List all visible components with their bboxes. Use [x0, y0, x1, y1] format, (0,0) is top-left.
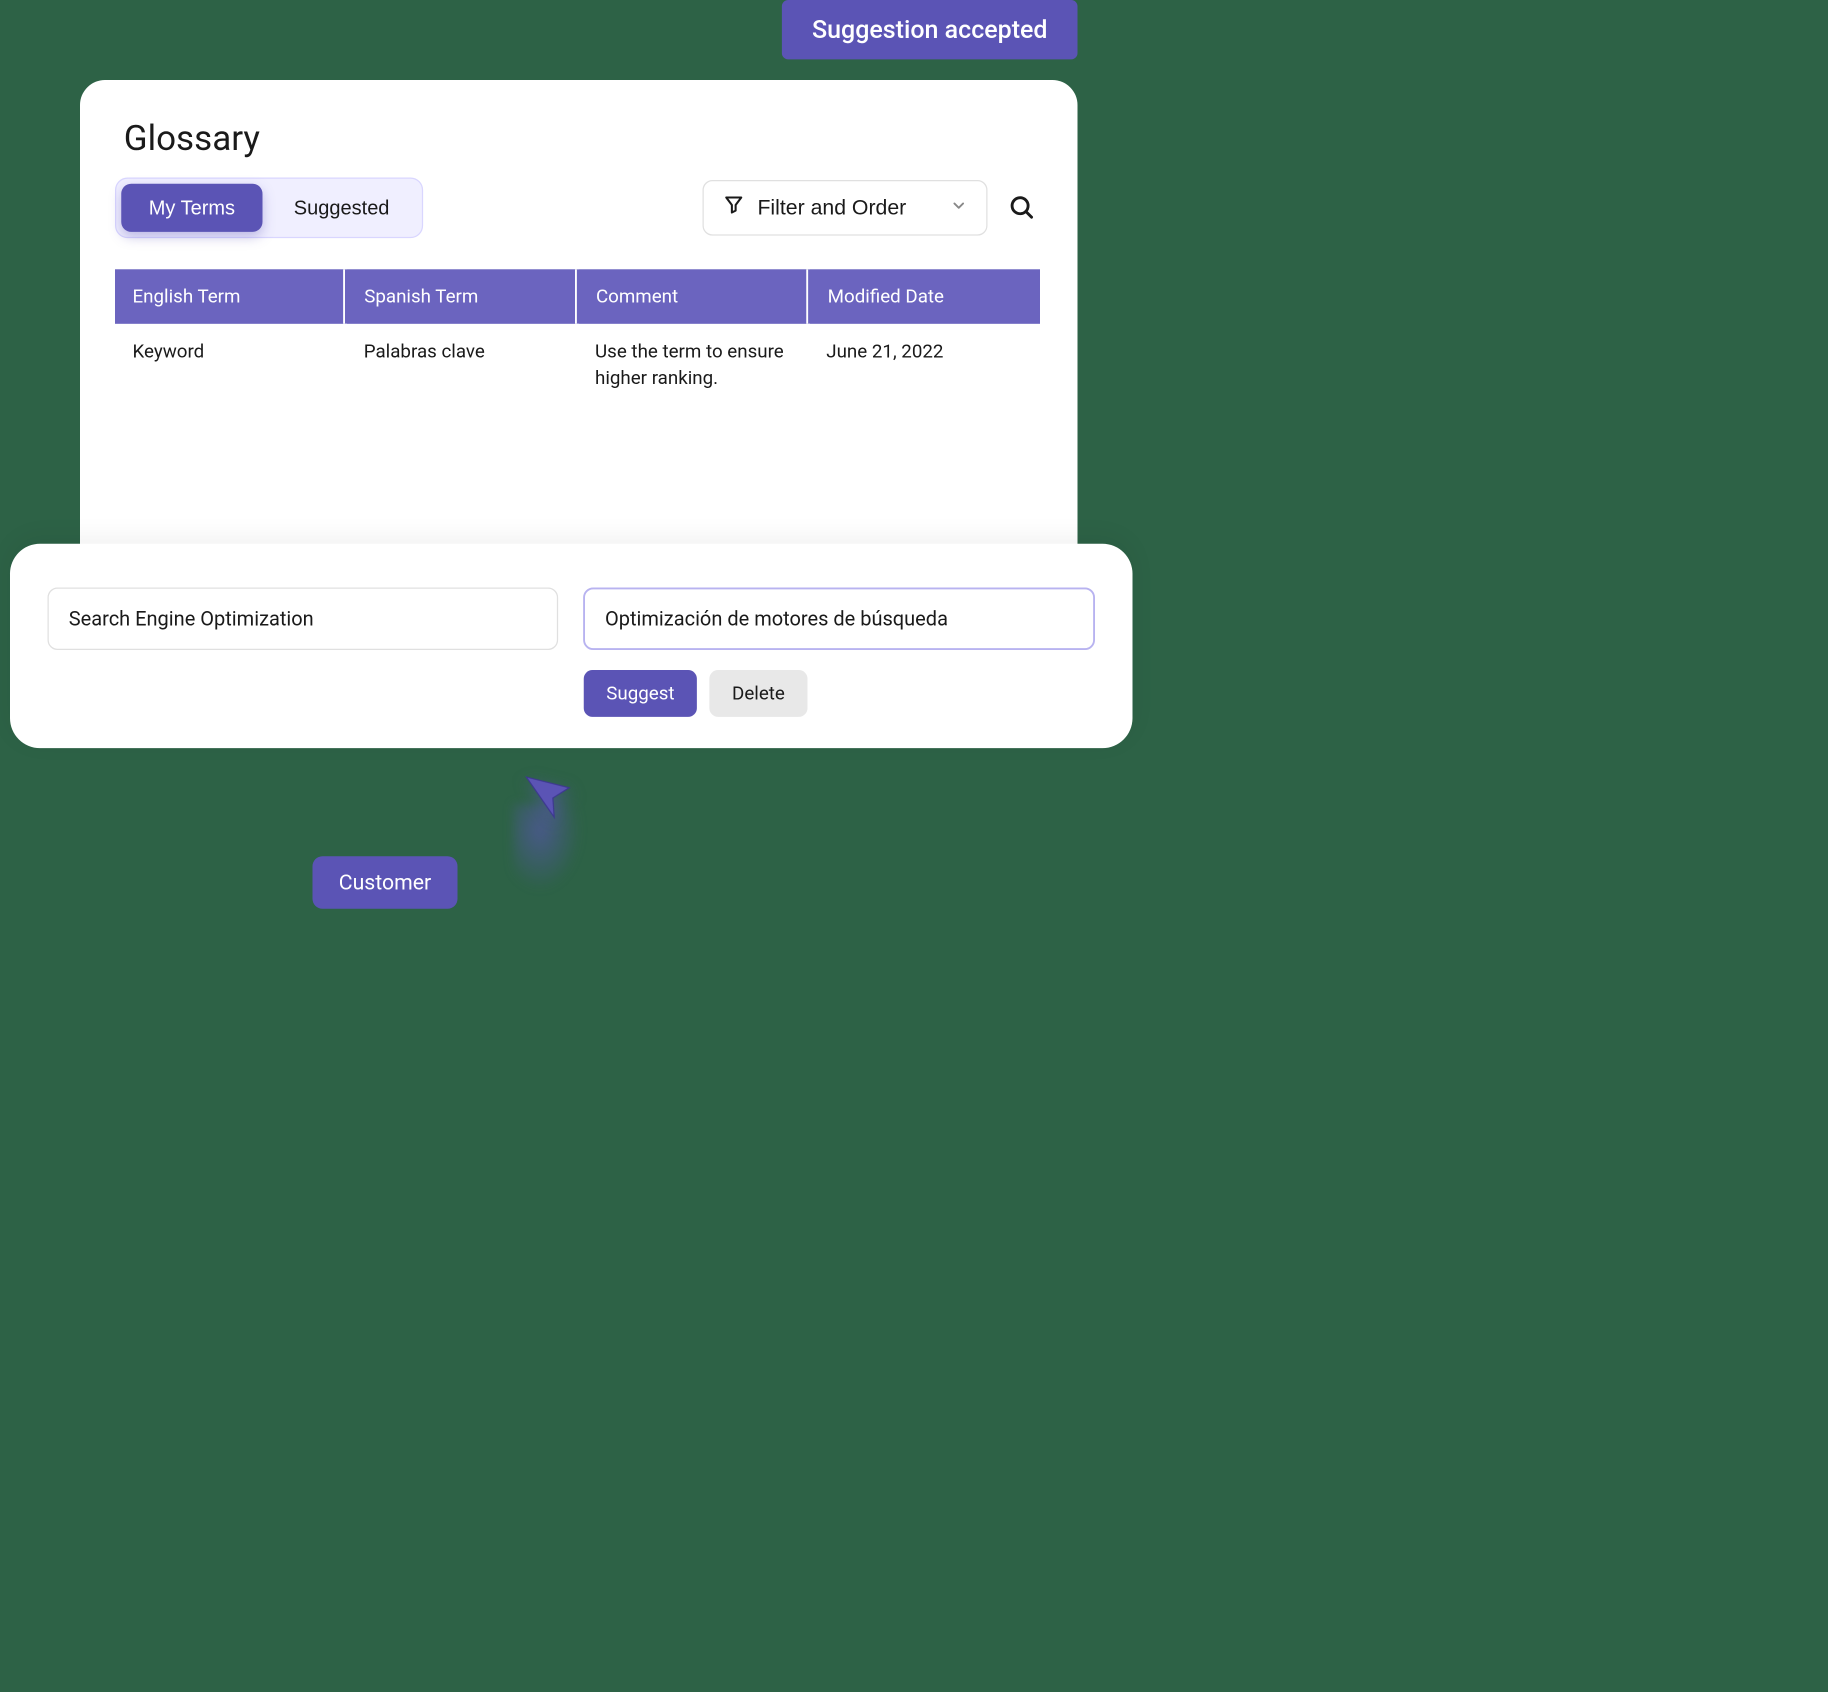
source-term-input[interactable] [48, 588, 559, 651]
filter-icon [722, 194, 745, 222]
cell-comment: Use the term to ensure higher ranking. [578, 324, 809, 407]
filter-order-button[interactable]: Filter and Order [702, 180, 987, 236]
chevron-down-icon [950, 196, 968, 220]
tab-suggested[interactable]: Suggested [266, 184, 417, 232]
table-row[interactable]: Keyword Palabras clave Use the term to e… [115, 324, 1040, 407]
collaborator-label: Customer [313, 856, 458, 909]
tab-my-terms[interactable]: My Terms [121, 184, 262, 232]
target-term-input[interactable] [583, 588, 1095, 651]
toast-notification: Suggestion accepted [782, 0, 1077, 59]
filter-label: Filter and Order [757, 196, 906, 220]
collaborator-name: Customer [339, 870, 431, 895]
cell-english: Keyword [115, 324, 346, 407]
cell-spanish: Palabras clave [346, 324, 577, 407]
suggest-button[interactable]: Suggest [584, 670, 697, 717]
search-button[interactable] [1003, 188, 1041, 227]
toast-message: Suggestion accepted [812, 15, 1047, 44]
cell-modified: June 21, 2022 [809, 324, 1040, 407]
col-modified: Modified Date [810, 269, 1040, 323]
table-header: English Term Spanish Term Comment Modifi… [115, 269, 1040, 323]
inputs-row [48, 588, 1096, 651]
buttons-row: Suggest Delete [584, 670, 1095, 717]
suggestion-panel: Suggest Delete [10, 544, 1133, 748]
controls-row: My Terms Suggested Filter and Order [115, 178, 1040, 239]
glossary-table: English Term Spanish Term Comment Modifi… [115, 269, 1040, 406]
col-spanish: Spanish Term [347, 269, 577, 323]
page-title: Glossary [124, 118, 1065, 159]
col-english: English Term [115, 269, 345, 323]
collaborator-cursor [488, 760, 588, 866]
col-comment: Comment [578, 269, 808, 323]
glossary-card: Glossary My Terms Suggested Filter and O… [80, 80, 1078, 581]
search-icon [1008, 213, 1036, 222]
delete-button[interactable]: Delete [710, 670, 808, 717]
cursor-trail [513, 804, 582, 892]
tabs-group: My Terms Suggested [115, 178, 423, 239]
right-controls: Filter and Order [702, 180, 1040, 236]
